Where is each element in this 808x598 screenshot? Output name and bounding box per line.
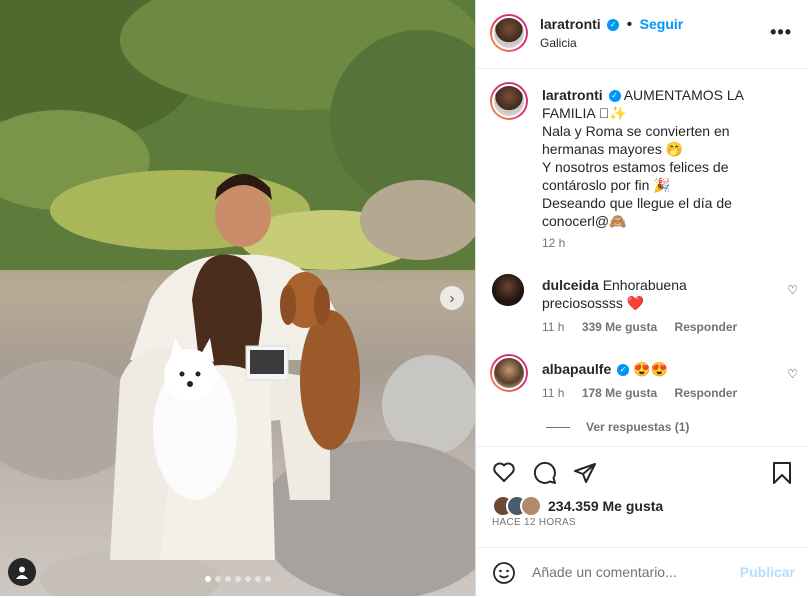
separator-dot: • bbox=[626, 16, 633, 33]
post-actions: 234.359 Me gusta HACE 12 HORAS Añade un … bbox=[476, 446, 808, 597]
comment-time: 11 h bbox=[542, 320, 565, 334]
comment-body: albapaulfe ✓ 😍😍 bbox=[542, 360, 772, 378]
likes-summary[interactable]: 234.359 Me gusta bbox=[492, 495, 663, 517]
more-options-icon[interactable]: ••• bbox=[770, 22, 792, 43]
carousel-dot bbox=[265, 576, 271, 582]
comment-composer: Añade un comentario... Publicar bbox=[476, 547, 808, 598]
caption-line: conocerl@🙈 bbox=[542, 213, 627, 229]
comment-text: 😍😍 bbox=[633, 361, 668, 377]
save-icon[interactable] bbox=[772, 461, 792, 490]
comment-username[interactable]: dulceida bbox=[542, 277, 599, 293]
verified-badge-icon: ✓ bbox=[608, 90, 621, 103]
comment-input[interactable]: Añade un comentario... bbox=[532, 564, 677, 580]
publish-button[interactable]: Publicar bbox=[740, 564, 795, 580]
caption-time: 12 h bbox=[542, 236, 566, 250]
follow-button[interactable]: Seguir bbox=[640, 16, 684, 32]
post-timestamp: HACE 12 HORAS bbox=[492, 517, 576, 528]
comment-likes[interactable]: 178 Me gusta bbox=[582, 386, 657, 400]
carousel-dot bbox=[215, 576, 221, 582]
likes-count[interactable]: 234.359 Me gusta bbox=[548, 498, 663, 514]
location-link[interactable]: Galicia bbox=[540, 36, 577, 50]
caption-line: FAMILIA 🏼✨ bbox=[542, 105, 627, 121]
comment-meta: 11 h 178 Me gusta Responder bbox=[542, 386, 737, 400]
header-username[interactable]: laratronti bbox=[540, 16, 601, 32]
carousel-dot bbox=[225, 576, 231, 582]
verified-badge-icon: ✓ bbox=[607, 18, 620, 31]
caption-line: Y nosotros estamos felices de bbox=[542, 159, 729, 175]
like-icon[interactable] bbox=[492, 461, 516, 488]
comment-username[interactable]: albapaulfe bbox=[542, 361, 611, 377]
caption-line: hermanas mayores 🤭 bbox=[542, 141, 684, 157]
post-header: laratronti ✓ • Seguir Galicia ••• bbox=[476, 0, 808, 69]
carousel-dot bbox=[245, 576, 251, 582]
comment-avatar[interactable] bbox=[492, 274, 524, 306]
carousel-dot bbox=[205, 576, 211, 582]
caption-line: AUMENTAMOS LA bbox=[623, 87, 745, 103]
comment-icon[interactable] bbox=[533, 461, 557, 490]
tagged-users-button[interactable] bbox=[8, 558, 36, 586]
post-sidebar: laratronti ✓ • Seguir Galicia ••• laratr… bbox=[475, 0, 808, 596]
comment-avatar[interactable] bbox=[490, 354, 528, 392]
post-photo[interactable]: › bbox=[0, 0, 475, 596]
author-avatar[interactable] bbox=[490, 14, 528, 52]
comment-text: Enhorabuena bbox=[602, 277, 687, 293]
carousel-indicators bbox=[205, 576, 271, 582]
comment-meta: 11 h 339 Me gusta Responder bbox=[542, 320, 737, 334]
reply-button[interactable]: Responder bbox=[675, 320, 738, 334]
emoji-icon[interactable] bbox=[492, 561, 516, 590]
comment-time: 11 h bbox=[542, 386, 565, 400]
carousel-dot bbox=[255, 576, 261, 582]
replies-divider bbox=[546, 426, 570, 428]
verified-badge-icon: ✓ bbox=[617, 364, 630, 377]
comment-like-icon[interactable]: ♡ bbox=[787, 367, 798, 381]
user-icon bbox=[16, 566, 28, 579]
comment-body: dulceida Enhorabuena preciosossss ❤️ bbox=[542, 276, 772, 312]
caption-line: contároslo por fin 🎉 bbox=[542, 177, 671, 193]
carousel-dot bbox=[235, 576, 241, 582]
caption-username[interactable]: laratronti bbox=[542, 87, 603, 103]
caption-line: Deseando que llegue el día de bbox=[542, 195, 732, 211]
reply-button[interactable]: Responder bbox=[675, 386, 738, 400]
view-replies-button[interactable]: Ver respuestas (1) bbox=[546, 420, 689, 434]
caption-line: Nala y Roma se convierten en bbox=[542, 123, 730, 139]
liker-avatar bbox=[520, 495, 542, 517]
carousel-next-button[interactable]: › bbox=[440, 286, 464, 310]
caption: laratronti ✓ AUMENTAMOS LA FAMILIA 🏼✨ Na… bbox=[542, 86, 792, 230]
view-replies-label: Ver respuestas (1) bbox=[586, 420, 690, 434]
couple-with-dogs bbox=[0, 174, 475, 596]
comment-text: preciosossss ❤️ bbox=[542, 295, 645, 311]
comment-like-icon[interactable]: ♡ bbox=[787, 283, 798, 297]
caption-avatar[interactable] bbox=[490, 82, 528, 120]
comment-likes[interactable]: 339 Me gusta bbox=[582, 320, 657, 334]
share-icon[interactable] bbox=[573, 461, 597, 490]
